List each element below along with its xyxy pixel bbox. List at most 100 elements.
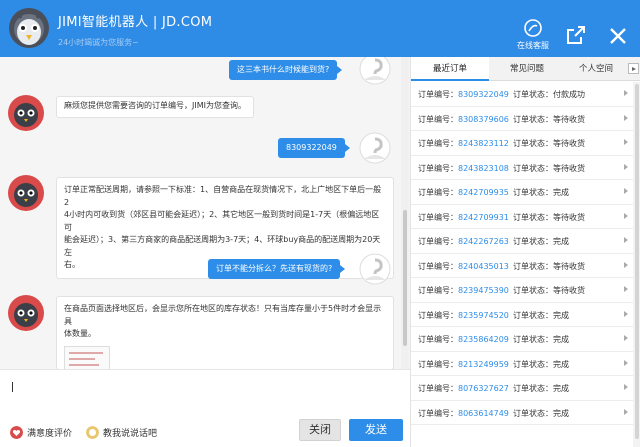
order-status-label: 订单状态： <box>513 384 553 393</box>
chevron-right-icon <box>624 261 628 268</box>
send-button[interactable]: 发送 <box>349 419 403 441</box>
close-window-button[interactable] <box>596 15 640 57</box>
order-row[interactable]: 订单编号：8235974520 订单状态：完成 <box>411 303 633 327</box>
chevron-right-icon <box>624 310 628 317</box>
order-status-label: 订单状态： <box>513 408 553 418</box>
order-number-label: 订单编号： <box>418 261 458 271</box>
order-status-text: 订单状态：等待收货 <box>513 261 585 272</box>
satisfaction-rating-link[interactable]: 满意度评价 <box>10 426 72 439</box>
order-number[interactable]: 8063614749 <box>458 409 509 418</box>
teach-bot-link[interactable]: 教我说说话吧 <box>86 426 157 439</box>
order-number-text: 订单编号：8213249959 <box>418 359 509 370</box>
order-number[interactable]: 8242709935 <box>458 188 509 197</box>
order-number-label: 订单编号： <box>418 114 458 124</box>
stock-screenshot-image[interactable] <box>64 345 110 369</box>
order-number-text: 订单编号：8309322049 <box>418 89 509 100</box>
user-avatar-icon <box>359 57 391 85</box>
tab-personal-space[interactable]: 个人空间 <box>565 57 627 81</box>
order-row[interactable]: 订单编号：8063614749 订单状态：完成 <box>411 401 633 425</box>
order-status-label: 订单状态： <box>513 335 553 344</box>
heart-icon <box>10 426 23 439</box>
order-status: 等待收货 <box>553 114 585 124</box>
chevron-right-icon <box>624 212 628 219</box>
order-number[interactable]: 8235864209 <box>458 335 509 344</box>
online-service-button[interactable]: 在线客服 <box>513 18 553 51</box>
order-number-label: 订单编号： <box>418 359 458 369</box>
order-number-label: 订单编号： <box>418 212 458 222</box>
order-status: 完成 <box>553 335 569 344</box>
order-number[interactable]: 8242267263 <box>458 237 509 246</box>
bot-message: 麻烦您提供您需要咨询的订单编号，JIMI为您查询。 <box>56 96 254 118</box>
header-bar: JIMI智能机器人 | JD.COM 24小时竭诚为您服务~ 在线客服 <box>0 0 640 57</box>
jimi-avatar-icon <box>14 183 38 207</box>
user-message: 8309322049 <box>278 138 350 158</box>
order-number[interactable]: 8242709931 <box>458 213 509 222</box>
chat-history: 这三本书什么时候能到货? 麻烦您提供您需要咨询的订单编号，JIMI为您查询。 8… <box>0 57 410 369</box>
order-status: 付款成功 <box>553 90 585 99</box>
order-number-text: 订单编号：8235974520 <box>418 310 509 321</box>
order-number[interactable]: 8213249959 <box>458 360 509 369</box>
order-status-label: 订单状态： <box>513 139 553 148</box>
tab-recent-orders[interactable]: 最近订单 <box>411 57 489 81</box>
jimi-logo-icon <box>9 8 49 48</box>
order-row[interactable]: 订单编号：8240435013 订单状态：等待收货 <box>411 254 633 278</box>
chevron-right-icon <box>624 384 628 390</box>
order-number[interactable]: 8240435013 <box>458 262 509 271</box>
order-status-label: 订单状态： <box>513 286 553 295</box>
order-list: 订单编号：8309322049 订单状态：付款成功 订单编号：8308379606 订… <box>411 82 633 425</box>
chat-scrollbar[interactable] <box>401 57 409 369</box>
order-row[interactable]: 订单编号：8213249959 订单状态：完成 <box>411 352 633 376</box>
chevron-right-icon <box>624 163 628 170</box>
teach-label: 教我说说话吧 <box>103 429 158 439</box>
order-number[interactable]: 8235974520 <box>458 311 509 320</box>
order-number-label: 订单编号： <box>418 90 458 99</box>
panel-scrollbar-thumb[interactable] <box>635 84 639 439</box>
order-number[interactable]: 8243823112 <box>458 139 509 148</box>
chevron-right-icon <box>624 237 628 243</box>
order-row[interactable]: 订单编号：8243823112 订单状态：等待收货 <box>411 131 633 156</box>
order-number[interactable]: 8076327627 <box>458 384 509 393</box>
order-number-text: 订单编号：8242267263 <box>418 236 509 247</box>
close-button[interactable]: 关闭 <box>299 419 341 441</box>
message-input[interactable] <box>0 369 410 419</box>
bot-avatar <box>8 175 44 211</box>
order-number-label: 订单编号： <box>418 163 458 173</box>
order-row[interactable]: 订单编号：8242709935 订单状态：完成 <box>411 180 633 205</box>
side-panel: 最近订单 常见问题 个人空间 订单编号：8309322049 订单状态：付款成功订… <box>410 57 640 447</box>
order-row[interactable]: 订单编号：8243823108 订单状态：等待收货 <box>411 156 633 180</box>
user-avatar-icon <box>359 132 391 164</box>
order-row[interactable]: 订单编号：8235864209 订单状态：完成 <box>411 327 633 352</box>
order-status: 等待收货 <box>553 261 585 271</box>
order-row[interactable]: 订单编号：8242709931 订单状态：等待收货 <box>411 205 633 229</box>
order-number-text: 订单编号：8063614749 <box>418 408 509 419</box>
order-row[interactable]: 订单编号：8308379606 订单状态：等待收货 <box>411 107 633 131</box>
order-status-label: 订单状态： <box>513 261 553 271</box>
order-row[interactable]: 订单编号：8242267263 订单状态：完成 <box>411 229 633 254</box>
teach-icon <box>86 426 99 439</box>
order-number[interactable]: 8309322049 <box>458 90 509 99</box>
tab-scroll-right-icon[interactable] <box>628 63 639 74</box>
order-row[interactable]: 订单编号：8239475390 订单状态：等待收货 <box>411 278 633 303</box>
headset-icon <box>524 19 542 37</box>
popout-button[interactable] <box>556 15 596 55</box>
order-row[interactable]: 订单编号：8076327627 订单状态：完成 <box>411 376 633 401</box>
order-status-label: 订单状态： <box>513 212 553 222</box>
order-number-label: 订单编号： <box>418 408 458 418</box>
panel-scrollbar[interactable] <box>633 82 640 447</box>
order-status-label: 订单状态： <box>513 237 553 246</box>
order-number[interactable]: 8308379606 <box>458 115 509 124</box>
order-status: 完成 <box>553 408 569 418</box>
order-row[interactable]: 订单编号：8309322049 订单状态：付款成功 <box>411 82 633 107</box>
order-number-label: 订单编号： <box>418 310 458 320</box>
tab-faq[interactable]: 常见问题 <box>489 57 565 81</box>
order-number[interactable]: 8243823108 <box>458 164 509 173</box>
order-status-text: 订单状态：完成 <box>513 383 569 394</box>
bot-avatar <box>8 295 44 331</box>
order-status: 完成 <box>553 384 569 393</box>
chat-scrollbar-thumb[interactable] <box>403 210 407 346</box>
order-status-label: 订单状态： <box>513 359 553 369</box>
order-number[interactable]: 8239475390 <box>458 286 509 295</box>
order-number-text: 订单编号：8308379606 <box>418 114 509 125</box>
order-status: 完成 <box>553 237 569 246</box>
order-status-text: 订单状态：完成 <box>513 359 569 370</box>
